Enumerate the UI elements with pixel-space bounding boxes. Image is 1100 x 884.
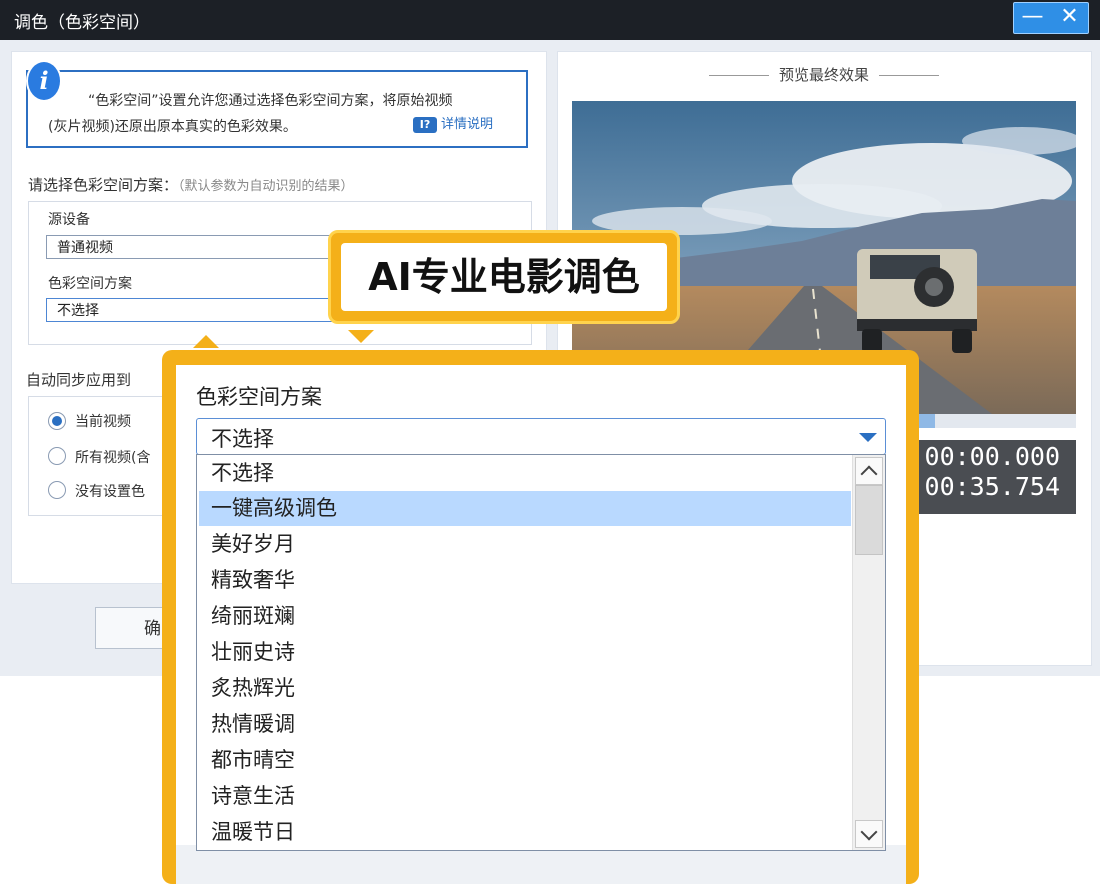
info-text-line2: (灰片视频)还原出原本真实的色彩效果。 bbox=[48, 119, 297, 135]
color-space-select[interactable]: 不选择 bbox=[46, 298, 346, 322]
sync-section-label: 自动同步应用到 bbox=[26, 371, 132, 389]
sync-option-current: 当前视频 bbox=[75, 414, 131, 430]
color-space-label: 色彩空间方案 bbox=[48, 276, 132, 292]
option-poetic-life[interactable]: 诗意生活 bbox=[199, 779, 851, 814]
pointer-up-arrow bbox=[193, 335, 219, 348]
sync-radio-unset[interactable] bbox=[48, 481, 66, 499]
option-none[interactable]: 不选择 bbox=[199, 456, 851, 491]
info-text-line1: “色彩空间”设置允许您通过选择色彩空间方案，将原始视频 bbox=[88, 93, 453, 109]
chevron-down-icon[interactable] bbox=[859, 433, 877, 442]
time-display: 00:00:00.000 00:00:35.754 bbox=[879, 440, 1076, 514]
sync-radio-current[interactable] bbox=[48, 412, 66, 430]
option-exquisite-luxury[interactable]: 精致奢华 bbox=[199, 563, 851, 598]
scroll-up-button[interactable] bbox=[855, 457, 883, 485]
close-button[interactable]: ✕ bbox=[1051, 3, 1088, 33]
feature-callout: AI专业电影调色 bbox=[328, 230, 680, 324]
pointer-down-arrow bbox=[348, 330, 374, 343]
callout-text: AI专业电影调色 bbox=[341, 243, 667, 311]
window-controls: — ✕ bbox=[1013, 2, 1089, 34]
zoomed-color-space-label: 色彩空间方案 bbox=[196, 385, 322, 409]
dropdown-scrollbar[interactable] bbox=[852, 455, 885, 850]
color-space-dropdown-list: 不选择 一键高级调色 美好岁月 精致奢华 绮丽斑斓 壮丽史诗 炙热辉光 热情暖调… bbox=[196, 454, 886, 851]
info-icon: i bbox=[26, 60, 62, 102]
combobox-value: 不选择 bbox=[211, 427, 274, 451]
option-warm-passion[interactable]: 热情暖调 bbox=[199, 707, 851, 742]
option-gorgeous-colorful[interactable]: 绮丽斑斓 bbox=[199, 599, 851, 634]
option-warm-holiday[interactable]: 温暖节日 bbox=[199, 815, 851, 850]
minimize-button[interactable]: — bbox=[1014, 3, 1051, 33]
preview-title-text: 预览最终效果 bbox=[778, 66, 869, 84]
help-link-label: 详情说明 bbox=[441, 117, 494, 132]
source-device-label: 源设备 bbox=[48, 212, 90, 228]
scheme-label-text: 请选择色彩空间方案： bbox=[28, 176, 179, 194]
sync-option-unset: 没有设置色 bbox=[75, 484, 145, 500]
window-title: 调色（色彩空间） bbox=[14, 13, 150, 33]
option-good-years[interactable]: 美好岁月 bbox=[199, 527, 851, 562]
sync-radio-all[interactable] bbox=[48, 447, 66, 465]
source-device-select[interactable]: 普通视频 bbox=[46, 235, 346, 259]
option-one-click-advanced[interactable]: 一键高级调色 bbox=[199, 491, 851, 526]
preview-title: 预览最终效果 bbox=[694, 64, 954, 85]
scheme-hint: （默认参数为自动识别的结果） bbox=[178, 179, 354, 194]
scroll-down-button[interactable] bbox=[855, 820, 883, 848]
sync-option-all: 所有视频(含 bbox=[75, 450, 151, 466]
chevron-down-icon bbox=[860, 823, 878, 841]
option-urban-clear-sky[interactable]: 都市晴空 bbox=[199, 743, 851, 778]
color-space-combobox[interactable]: 不选择 bbox=[196, 418, 886, 455]
scrollbar-thumb[interactable] bbox=[855, 485, 883, 555]
scheme-section-label: 请选择色彩空间方案：（默认参数为自动识别的结果） bbox=[28, 174, 354, 195]
option-magnificent-epic[interactable]: 壮丽史诗 bbox=[199, 635, 851, 670]
help-link[interactable]: I? 详情说明 bbox=[413, 113, 493, 133]
chevron-up-icon bbox=[860, 465, 878, 483]
option-blazing-glow[interactable]: 炙热辉光 bbox=[199, 671, 851, 706]
title-bar[interactable]: 调色（色彩空间） — ✕ bbox=[0, 0, 1100, 40]
help-icon: I? bbox=[413, 117, 437, 133]
